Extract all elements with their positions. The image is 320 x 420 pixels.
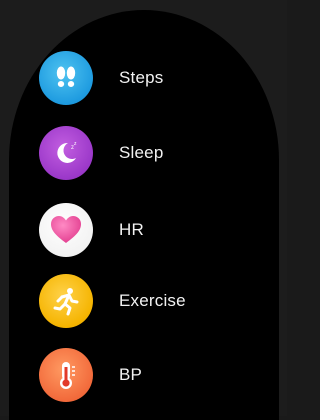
menu-item-label: Exercise: [119, 291, 186, 310]
menu-item-steps[interactable]: Steps: [39, 50, 259, 106]
heart-icon: [39, 203, 93, 257]
menu-item-exercise[interactable]: Exercise: [39, 273, 259, 329]
menu-item-label: Steps: [119, 68, 164, 87]
watch-screen: Steps z z Sleep HR Exercise BP: [9, 10, 279, 420]
menu-item-label: HR: [119, 220, 144, 239]
device-frame: Steps z z Sleep HR Exercise BP: [0, 0, 287, 420]
menu-item-label: BP: [119, 365, 143, 384]
menu-item-bp[interactable]: BP: [39, 347, 259, 403]
menu-item-hr[interactable]: HR: [39, 202, 259, 258]
thermometer-icon: [39, 348, 93, 402]
runner-icon: [39, 274, 93, 328]
menu-item-sleep[interactable]: z z Sleep: [39, 125, 259, 181]
svg-text:z: z: [74, 141, 77, 147]
moon-icon: z z: [39, 126, 93, 180]
footprints-icon: [39, 51, 93, 105]
menu-item-label: Sleep: [119, 143, 164, 162]
